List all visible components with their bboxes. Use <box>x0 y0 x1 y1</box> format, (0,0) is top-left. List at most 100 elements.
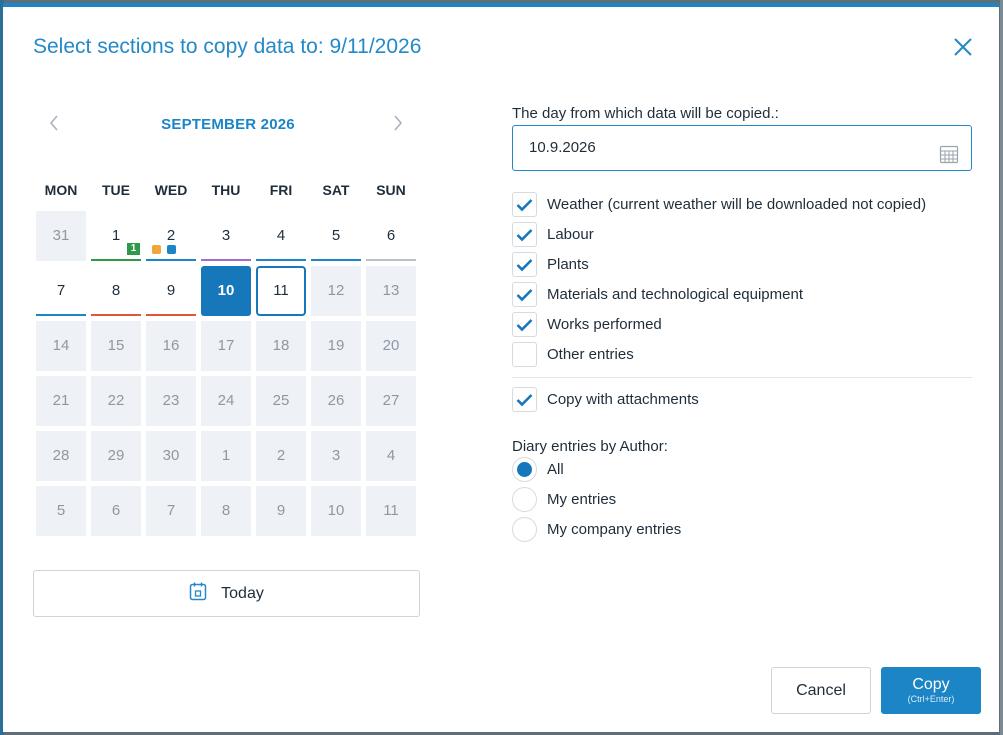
calendar-day[interactable]: 10 <box>311 486 361 536</box>
calendar-day[interactable]: 30 <box>146 431 196 481</box>
prev-month-icon[interactable] <box>45 113 65 133</box>
checkbox-box[interactable] <box>512 387 537 412</box>
calendar-day[interactable]: 9 <box>256 486 306 536</box>
calendar-day-number: 31 <box>52 227 70 244</box>
calendar-day[interactable]: 6 <box>91 486 141 536</box>
next-month-icon[interactable] <box>387 113 407 133</box>
section-checkbox[interactable]: Works performed <box>512 312 662 337</box>
calendar-day[interactable]: 23 <box>146 376 196 426</box>
section-checkbox[interactable]: Weather (current weather will be downloa… <box>512 192 926 217</box>
author-radio-option[interactable]: All <box>512 457 564 482</box>
calendar-day[interactable]: 15 <box>91 321 141 371</box>
weekday-header: TUE <box>102 182 130 198</box>
calendar-day-number: 9 <box>276 502 286 519</box>
calendar-day[interactable]: 11 <box>91 211 141 261</box>
entry-marker-dot <box>167 245 176 254</box>
calendar-day[interactable]: 3 <box>311 431 361 481</box>
cancel-button[interactable]: Cancel <box>771 667 871 714</box>
author-radio-option[interactable]: My company entries <box>512 517 681 542</box>
section-checkbox[interactable]: Materials and technological equipment <box>512 282 803 307</box>
today-button[interactable]: Today <box>33 570 420 617</box>
radio-circle[interactable] <box>512 457 537 482</box>
radio-circle[interactable] <box>512 487 537 512</box>
calendar-day[interactable]: 12 <box>311 266 361 316</box>
calendar-day[interactable]: 2 <box>256 431 306 481</box>
calendar-day-number: 1 <box>221 447 231 464</box>
calendar-day[interactable]: 27 <box>366 376 416 426</box>
calendar-day-number: 10 <box>327 502 345 519</box>
section-checkbox[interactable]: Labour <box>512 222 594 247</box>
checkbox-box[interactable] <box>512 312 537 337</box>
calendar-day-number: 30 <box>162 447 180 464</box>
calendar-day-number: 26 <box>327 392 345 409</box>
checkmark-icon <box>516 198 533 211</box>
calendar-day-number: 2 <box>276 447 286 464</box>
close-icon[interactable] <box>951 35 975 59</box>
calendar-day[interactable]: 31 <box>36 211 86 261</box>
checkbox-box[interactable] <box>512 222 537 247</box>
weekday-header: WED <box>154 182 188 198</box>
calendar-day[interactable]: 13 <box>366 266 416 316</box>
calendar-day-number: 1 <box>111 227 121 244</box>
calendar-day[interactable]: 19 <box>311 321 361 371</box>
calendar-day[interactable]: 7 <box>36 266 86 316</box>
calendar-day[interactable]: 22 <box>91 376 141 426</box>
calendar-month-label: SEPTEMBER 2026 <box>161 116 295 133</box>
calendar-day[interactable]: 28 <box>36 431 86 481</box>
author-option-label: My company entries <box>547 521 682 538</box>
calendar-day[interactable]: 26 <box>311 376 361 426</box>
day-entry-underline <box>201 259 251 261</box>
radio-circle[interactable] <box>512 517 537 542</box>
calendar-day[interactable]: 10 <box>201 266 251 316</box>
day-entry-underline <box>311 259 361 261</box>
checkbox-box[interactable] <box>512 282 537 307</box>
calendar-day[interactable]: 5 <box>311 211 361 261</box>
section-checkbox[interactable]: Other entries <box>512 342 634 367</box>
calendar-day[interactable]: 17 <box>201 321 251 371</box>
checkbox-box[interactable] <box>512 252 537 277</box>
calendar-day-number: 16 <box>162 337 180 354</box>
calendar-day[interactable]: 16 <box>146 321 196 371</box>
calendar-day-number: 5 <box>331 227 341 244</box>
calendar-day[interactable]: 4 <box>366 431 416 481</box>
section-label: Works performed <box>547 316 662 333</box>
calendar-day[interactable]: 21 <box>36 376 86 426</box>
section-label: Weather (current weather will be downloa… <box>547 196 927 213</box>
calendar-day-number: 7 <box>166 502 176 519</box>
checkbox-box[interactable] <box>512 342 537 367</box>
calendar-day[interactable]: 11 <box>256 266 306 316</box>
calendar-day[interactable]: 14 <box>36 321 86 371</box>
calendar-day[interactable]: 24 <box>201 376 251 426</box>
calendar-day[interactable]: 11 <box>366 486 416 536</box>
calendar-day[interactable]: 2 <box>146 211 196 261</box>
calendar-day[interactable]: 3 <box>201 211 251 261</box>
source-day-input[interactable]: 10.9.2026 <box>512 125 972 171</box>
calendar-day[interactable]: 1 <box>201 431 251 481</box>
checkbox-box[interactable] <box>512 192 537 217</box>
calendar-day[interactable]: 7 <box>146 486 196 536</box>
calendar-day[interactable]: 6 <box>366 211 416 261</box>
section-checkbox[interactable]: Plants <box>512 252 589 277</box>
checkmark-icon <box>516 258 533 271</box>
calendar-day-number: 23 <box>162 392 180 409</box>
calendar-day[interactable]: 5 <box>36 486 86 536</box>
author-radio-option[interactable]: My entries <box>512 487 616 512</box>
copy-attachments-checkbox[interactable]: Copy with attachments <box>512 387 699 412</box>
calendar-day[interactable]: 25 <box>256 376 306 426</box>
calendar-day-number: 10 <box>217 282 235 299</box>
calendar-day[interactable]: 8 <box>91 266 141 316</box>
calendar-day-number: 6 <box>386 227 396 244</box>
calendar-day[interactable]: 9 <box>146 266 196 316</box>
calendar-day[interactable]: 20 <box>366 321 416 371</box>
calendar-day[interactable]: 8 <box>201 486 251 536</box>
calendar-picker-icon[interactable] <box>939 138 959 164</box>
calendar-day-number: 29 <box>107 447 125 464</box>
source-day-label: The day from which data will be copied.: <box>512 105 779 122</box>
calendar-day[interactable]: 29 <box>91 431 141 481</box>
section-label: Materials and technological equipment <box>547 286 803 303</box>
calendar-day[interactable]: 4 <box>256 211 306 261</box>
copy-shortcut-hint: (Ctrl+Enter) <box>907 693 955 704</box>
copy-button[interactable]: Copy (Ctrl+Enter) <box>881 667 981 714</box>
calendar-day-number: 8 <box>221 502 231 519</box>
calendar-day[interactable]: 18 <box>256 321 306 371</box>
